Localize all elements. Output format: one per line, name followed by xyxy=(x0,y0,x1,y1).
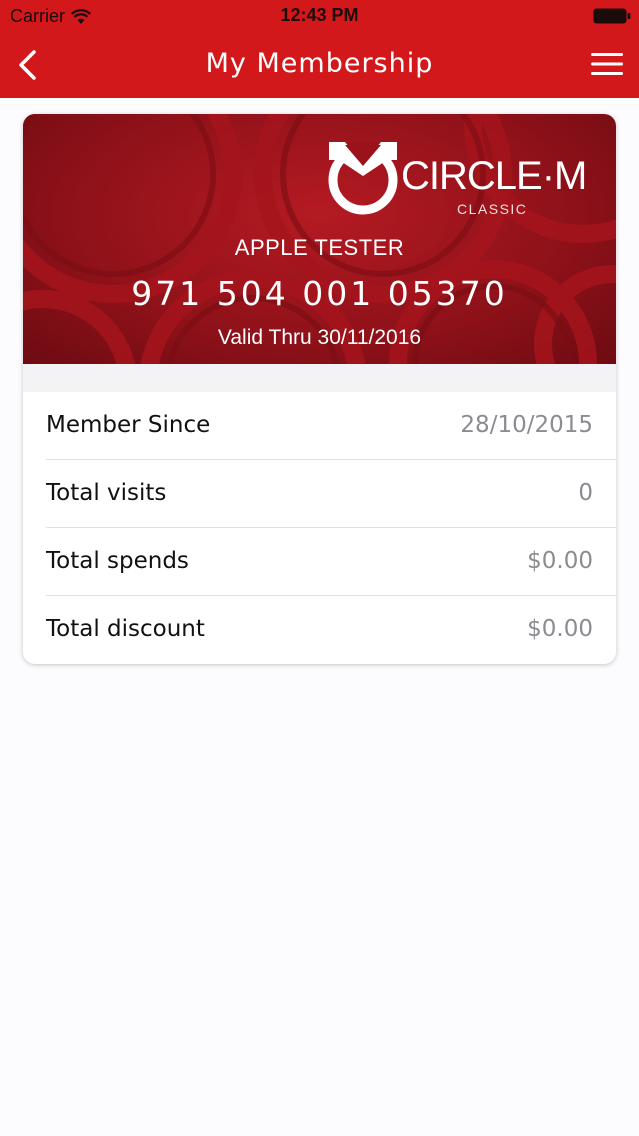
circle-m-logo: CIRCLE·M CLASSIC xyxy=(323,136,587,217)
card-divider-band xyxy=(23,364,616,392)
page-title: My Membership xyxy=(205,48,434,79)
member-since-label: Member Since xyxy=(46,412,211,438)
total-discount-value: $0.00 xyxy=(527,616,593,642)
total-discount-row: Total discount $0.00 xyxy=(46,596,616,664)
member-since-value: 28/10/2015 xyxy=(460,412,593,438)
membership-card: CIRCLE·M CLASSIC APPLE TESTER 971 504 00… xyxy=(23,114,616,364)
brand-name: CIRCLE·M xyxy=(401,154,587,198)
total-spends-label: Total spends xyxy=(46,548,189,574)
card-number: 971 504 001 05370 xyxy=(131,274,508,313)
membership-tier: CLASSIC xyxy=(457,201,528,217)
membership-details-list: Member Since 28/10/2015 Total visits 0 T… xyxy=(23,392,616,664)
navigation-bar: My Membership xyxy=(0,32,639,98)
battery-icon xyxy=(593,8,631,24)
total-spends-value: $0.00 xyxy=(527,548,593,574)
hamburger-menu-icon[interactable] xyxy=(589,50,625,78)
total-discount-label: Total discount xyxy=(46,616,205,642)
card-valid-thru: Valid Thru 30/11/2016 xyxy=(217,326,422,349)
status-bar: Carrier 12:43 PM xyxy=(0,0,639,32)
card-holder-name: APPLE TESTER xyxy=(234,235,405,260)
total-spends-row: Total spends $0.00 xyxy=(46,528,616,596)
total-visits-row: Total visits 0 xyxy=(46,460,616,528)
membership-panel: CIRCLE·M CLASSIC APPLE TESTER 971 504 00… xyxy=(23,114,616,664)
status-time: 12:43 PM xyxy=(280,5,359,25)
total-visits-value: 0 xyxy=(578,480,593,506)
total-visits-label: Total visits xyxy=(46,480,167,506)
circle-m-logo-mark xyxy=(328,142,398,215)
app-header: Carrier 12:43 PM My Membership xyxy=(0,0,639,98)
member-since-row: Member Since 28/10/2015 xyxy=(46,392,616,460)
